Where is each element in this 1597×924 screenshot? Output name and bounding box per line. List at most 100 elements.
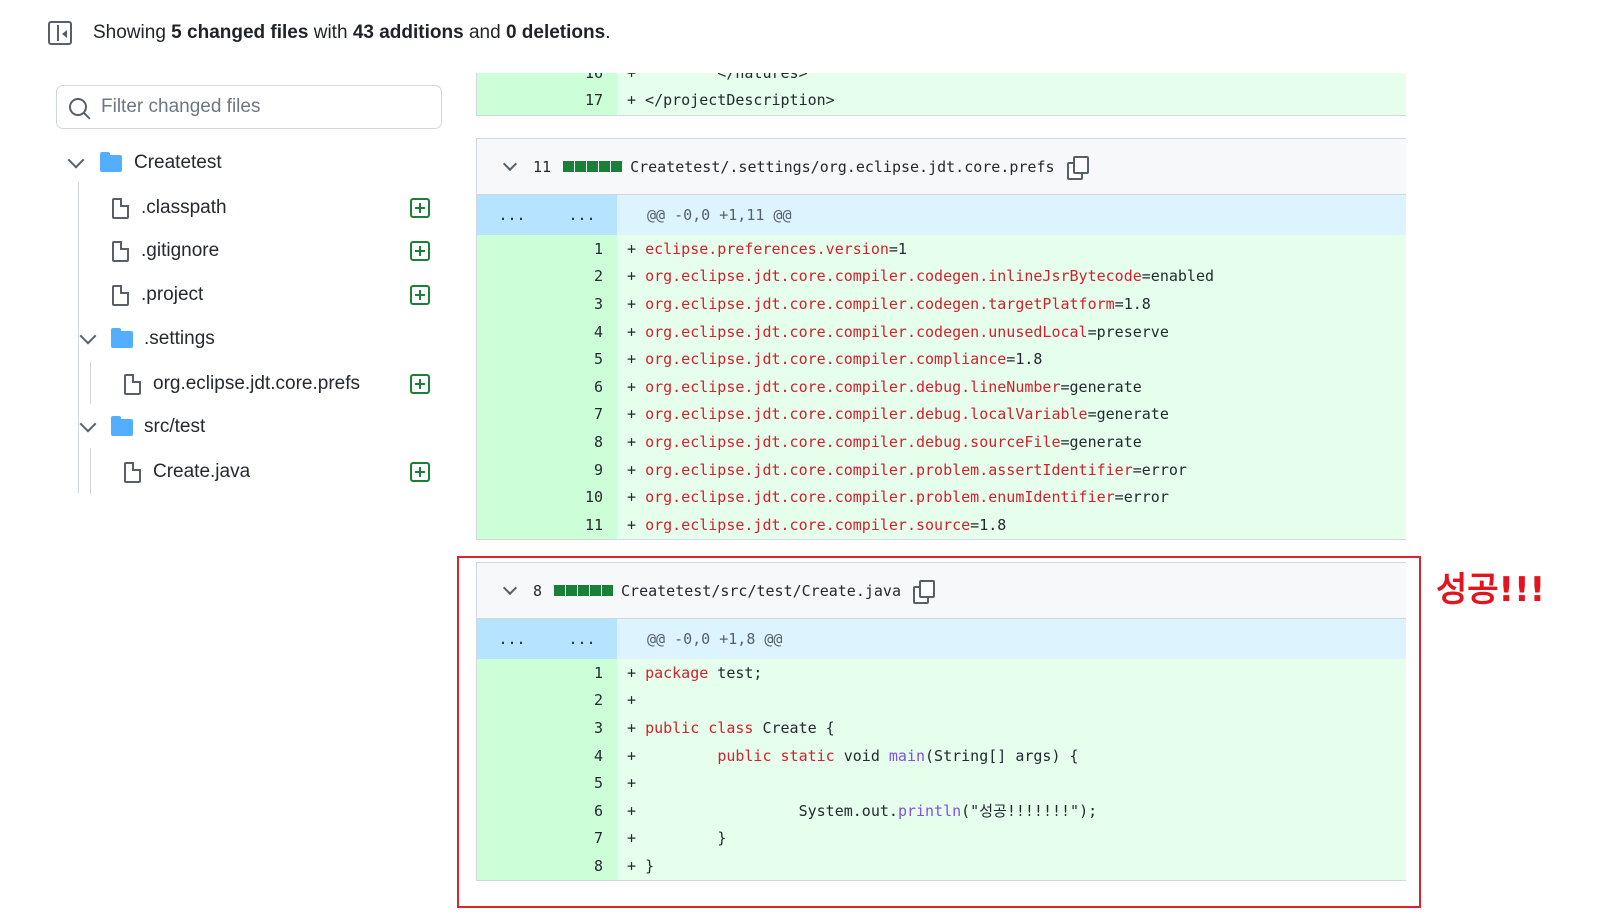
line-number: 2: [477, 262, 617, 291]
tree-item-label: Createtest: [134, 152, 222, 173]
code-value: =preserve: [1087, 322, 1169, 341]
code-text: + org.eclipse.jdt.core.compiler.complian…: [627, 350, 1043, 369]
chevron-down-icon: [79, 327, 97, 345]
tree-file-prefs[interactable]: org.eclipse.jdt.core.prefs: [124, 364, 360, 404]
file-icon: [112, 197, 129, 219]
line-number: 9: [477, 455, 617, 484]
highlight-box: [457, 556, 1421, 908]
code-value: =generate: [1060, 432, 1142, 451]
code-value: =error: [1132, 460, 1187, 479]
diff-line: 7 + org.eclipse.jdt.core.compiler.debug.l…: [477, 400, 1406, 429]
diff-line: 4 + org.eclipse.jdt.core.compiler.codegen…: [477, 317, 1406, 346]
code-text: + </projectDescription>: [627, 90, 835, 109]
diff-line: 8 + org.eclipse.jdt.core.compiler.debug.s…: [477, 428, 1406, 456]
diff-lines: 1 + eclipse.preferences.version=1 2 + org.e…: [477, 235, 1406, 539]
line-number: 6: [477, 372, 617, 401]
line-number: 17: [584, 90, 603, 109]
file-added-icon: [410, 198, 430, 218]
diff-line: 5 + org.eclipse.jdt.core.compiler.complia…: [477, 345, 1406, 373]
tree-guide-line: [90, 362, 91, 404]
diff-summary-bar: Showing 5 changed files with 43 addition…: [48, 18, 610, 48]
code-text: + org.eclipse.jdt.core.compiler.debug.lo…: [627, 405, 1169, 424]
tree-folder-createtest[interactable]: Createtest: [67, 143, 222, 183]
code-key: org.eclipse.jdt.core.compiler.problem.as…: [645, 460, 1133, 479]
file-added-icon: [410, 374, 430, 394]
line-number: 1: [477, 235, 617, 263]
tree-guide-line: [90, 448, 91, 494]
code-value: =1.8: [1114, 294, 1151, 313]
code-key: org.eclipse.jdt.core.compiler.codegen.in…: [645, 267, 1142, 286]
code-text: + org.eclipse.jdt.core.compiler.debug.so…: [627, 432, 1142, 451]
tree-item-label: src/test: [144, 416, 206, 437]
folder-icon: [111, 327, 133, 348]
diff-line: 2 + org.eclipse.jdt.core.compiler.codegen…: [477, 262, 1406, 291]
copy-path-icon[interactable]: [1066, 155, 1089, 180]
code-key: org.eclipse.jdt.core.compiler.compliance: [645, 350, 1007, 369]
code-key: org.eclipse.jdt.core.compiler.codegen.ta…: [645, 294, 1115, 313]
folder-icon: [100, 151, 122, 172]
code-key: org.eclipse.jdt.core.compiler.source: [645, 515, 971, 534]
file-added-icon: [410, 241, 430, 261]
code-key: org.eclipse.jdt.core.compiler.debug.line…: [645, 377, 1061, 396]
diff-file-prefs: 11 Createtest/.settings/org.eclipse.jdt.…: [476, 138, 1406, 540]
diff-line: 16 + </natures>: [477, 73, 1406, 87]
chevron-down-icon: [67, 151, 85, 169]
toggle-file-tree-icon[interactable]: [48, 21, 72, 45]
tree-item-label: .classpath: [141, 197, 227, 218]
diff-line: 9 + org.eclipse.jdt.core.compiler.problem…: [477, 455, 1406, 484]
code-key: org.eclipse.jdt.core.compiler.debug.sour…: [645, 432, 1061, 451]
code-text: + org.eclipse.jdt.core.compiler.problem.…: [627, 460, 1187, 479]
tree-item-label: org.eclipse.jdt.core.prefs: [153, 373, 360, 394]
tree-file-create-java[interactable]: Create.java: [124, 452, 250, 492]
tree-folder-srctest[interactable]: src/test: [79, 407, 206, 447]
line-number: 3: [477, 290, 617, 318]
line-number: 10: [477, 483, 617, 511]
diff-file-path[interactable]: Createtest/.settings/org.eclipse.jdt.cor…: [630, 158, 1054, 176]
tree-file-gitignore[interactable]: .gitignore: [112, 231, 219, 271]
filter-changed-files-input[interactable]: [101, 96, 421, 118]
tree-file-project[interactable]: .project: [112, 275, 203, 315]
code-value: =generate: [1087, 405, 1169, 424]
file-icon: [124, 373, 141, 395]
folder-icon: [111, 415, 133, 436]
file-icon: [112, 284, 129, 306]
success-annotation: 성공!!!: [1436, 570, 1546, 610]
diff-line: 3 + org.eclipse.jdt.core.compiler.codegen…: [477, 290, 1406, 318]
expand-up-button[interactable]: ...: [477, 195, 547, 235]
tree-item-label: .project: [141, 284, 204, 305]
tree-item-label: .gitignore: [141, 240, 220, 261]
search-icon: [69, 98, 87, 116]
diff-line: 1 + eclipse.preferences.version=1: [477, 235, 1406, 263]
line-number: 7: [477, 400, 617, 429]
diffstat-icon: [563, 161, 623, 172]
code-text: + org.eclipse.jdt.core.compiler.codegen.…: [627, 294, 1151, 313]
chevron-down-icon: [79, 415, 97, 433]
code-value: =error: [1114, 488, 1169, 507]
code-value: =enabled: [1141, 267, 1215, 286]
tree-folder-settings[interactable]: .settings: [79, 319, 215, 359]
code-text: + </natures>: [617, 73, 808, 82]
expand-down-button[interactable]: ...: [547, 195, 617, 235]
filter-box: [56, 85, 442, 129]
code-value: =generate: [1060, 377, 1142, 396]
file-icon: [112, 240, 129, 262]
diff-line: 17 + </projectDescription>: [477, 86, 1406, 114]
code-text: + org.eclipse.jdt.core.compiler.problem.…: [627, 488, 1169, 507]
tree-file-classpath[interactable]: .classpath: [112, 188, 452, 228]
code-key: org.eclipse.jdt.core.compiler.problem.en…: [645, 488, 1115, 507]
code-value: =1.8: [970, 515, 1007, 534]
code-key: org.eclipse.jdt.core.compiler.codegen.un…: [645, 322, 1088, 341]
summary-with: with: [308, 22, 353, 43]
code-key: org.eclipse.jdt.core.compiler.debug.loca…: [645, 405, 1088, 424]
diff-file-header: 11 Createtest/.settings/org.eclipse.jdt.…: [477, 139, 1406, 195]
code-text: + org.eclipse.jdt.core.compiler.codegen.…: [627, 322, 1169, 341]
tree-item-label: Create.java: [153, 461, 251, 482]
code-text: + org.eclipse.jdt.core.compiler.debug.li…: [627, 377, 1142, 396]
summary-and: and: [463, 22, 506, 43]
diff-hunk-header: ... ... @@ -0,0 +1,11 @@: [477, 195, 1406, 235]
chevron-down-icon[interactable]: [502, 156, 518, 171]
code-text: + org.eclipse.jdt.core.compiler.source=1…: [627, 515, 1007, 534]
file-added-icon: [410, 285, 430, 305]
line-number: 11: [477, 510, 617, 539]
line-number: 8: [477, 428, 617, 456]
